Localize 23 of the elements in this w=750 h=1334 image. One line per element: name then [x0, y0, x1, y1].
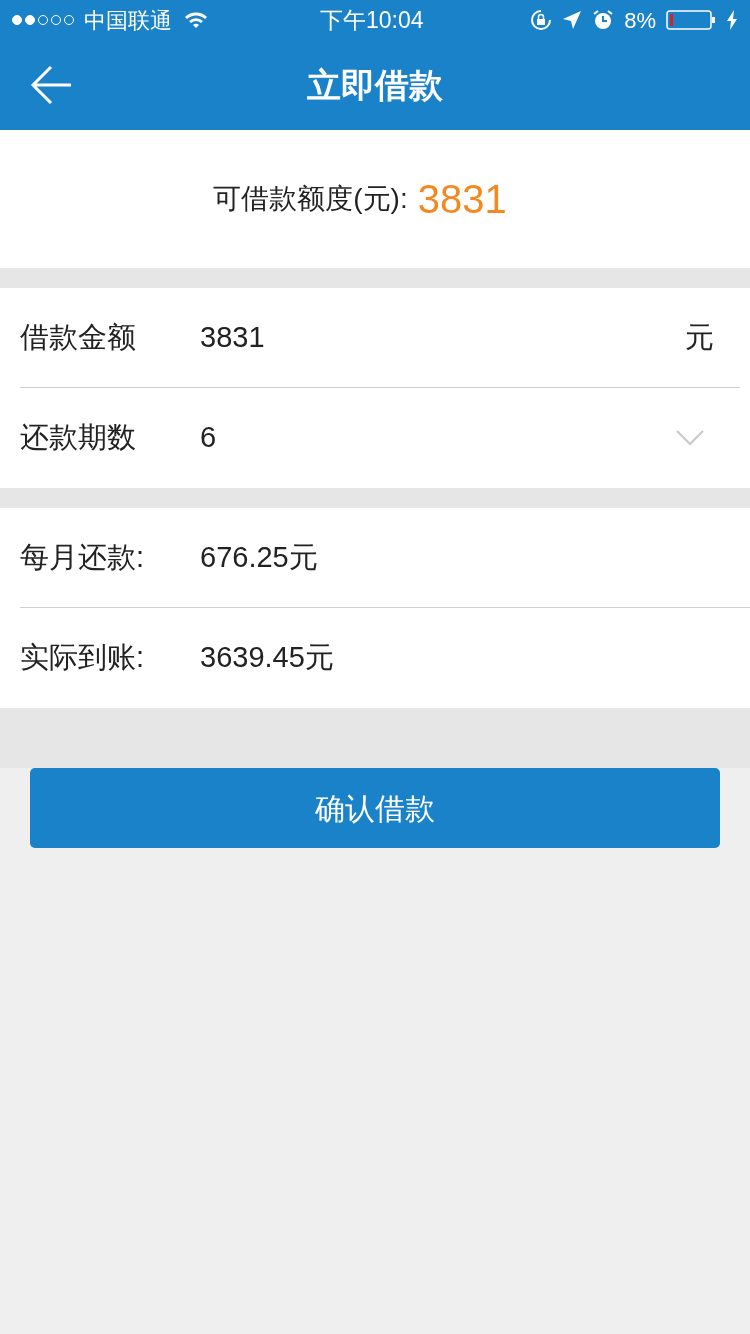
- charging-bolt-icon: [726, 10, 738, 30]
- battery-percent: 8%: [624, 6, 656, 35]
- page-title: 立即借款: [307, 64, 443, 106]
- clock-time: 下午10:04: [320, 5, 424, 35]
- result-value: 3639.45元: [200, 640, 334, 676]
- carrier-name: 中国联通: [84, 6, 172, 35]
- field-label: 还款期数: [20, 420, 137, 456]
- wifi-icon: [184, 11, 208, 29]
- credit-label: 可借款额度(元):: [213, 182, 408, 216]
- result-value: 676.25元: [200, 539, 318, 575]
- term-dropdown[interactable]: 6: [200, 416, 676, 460]
- confirm-loan-button[interactable]: 确认借款: [30, 768, 720, 848]
- back-arrow-icon[interactable]: [30, 65, 72, 105]
- unit-label: 元: [685, 319, 714, 355]
- credit-amount: 3831: [417, 176, 507, 223]
- amount-field[interactable]: 3831: [200, 315, 685, 360]
- field-label: 借款金额: [20, 319, 137, 355]
- result-label: 实际到账:: [20, 640, 146, 676]
- rotation-lock-icon: [530, 9, 553, 31]
- location-arrow-icon: [562, 10, 583, 30]
- alarm-clock-icon: [592, 9, 615, 31]
- battery-icon: [666, 10, 716, 30]
- result-label: 每月还款:: [20, 539, 146, 575]
